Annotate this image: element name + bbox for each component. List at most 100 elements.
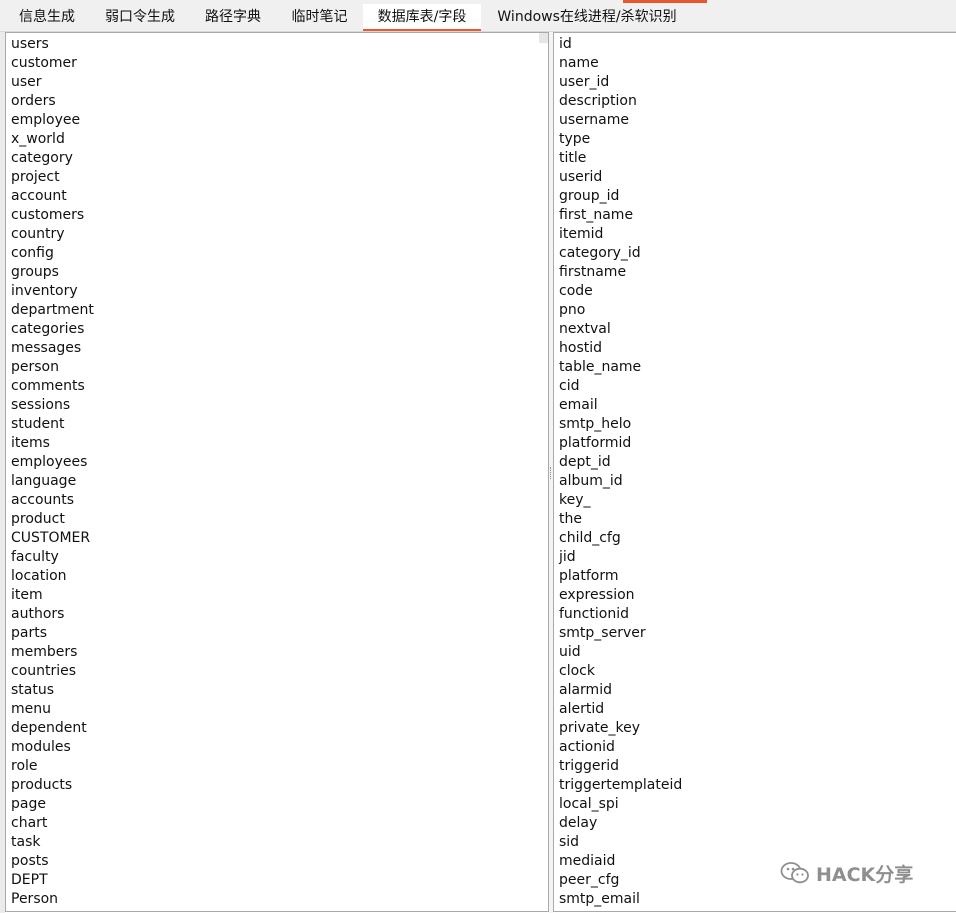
table-name-item: status (11, 682, 55, 698)
field-name-item: type (559, 131, 591, 147)
app-window: 信息生成 弱口令生成 路径字典 临时笔记 数据库表/字段 Windows在线进程… (0, 0, 956, 913)
field-name-item: expression (559, 587, 635, 603)
table-name-item: groups (11, 264, 59, 280)
field-name-item: username (559, 112, 629, 128)
field-name-item: triggertemplateid (559, 777, 683, 793)
field-name-item: platform (559, 568, 619, 584)
field-name-item: dept_id (559, 454, 611, 470)
field-name-item: jid (559, 549, 576, 565)
table-name-item: page (11, 796, 46, 812)
tab-windows-process[interactable]: Windows在线进程/杀软识别 (484, 4, 690, 31)
field-name-item: hostid (559, 340, 602, 356)
field-name-item: email (559, 397, 598, 413)
table-name-item: category (11, 150, 73, 166)
table-name-item: accounts (11, 492, 75, 508)
table-name-item: student (11, 416, 65, 432)
table-name-item: categories (11, 321, 85, 337)
table-name-item: sessions (11, 397, 71, 413)
table-name-item: department (11, 302, 94, 318)
table-name-item: menu (11, 701, 51, 717)
table-name-item: comments (11, 378, 85, 394)
table-name-item: project (11, 169, 60, 185)
table-name-item: orders (11, 93, 56, 109)
field-name-item: the (559, 511, 582, 527)
field-name-item: nextval (559, 321, 611, 337)
table-name-item: posts (11, 853, 49, 869)
table-name-item: chart (11, 815, 48, 831)
field-name-item: functionid (559, 606, 629, 622)
field-name-item: name (559, 55, 599, 71)
field-name-item: title (559, 150, 587, 166)
tab-info-generation[interactable]: 信息生成 (7, 4, 87, 31)
table-name-item: dependent (11, 720, 87, 736)
field-name-item: peer_cfg (559, 872, 620, 888)
field-name-item: id (559, 36, 572, 52)
table-name-item: item (11, 587, 43, 603)
field-name-item: album_id (559, 473, 623, 489)
table-name-item: Person (11, 891, 59, 907)
field-name-item: alarmid (559, 682, 612, 698)
table-name-item: modules (11, 739, 71, 755)
table-name-item: products (11, 777, 73, 793)
field-name-item: child_cfg (559, 530, 621, 546)
table-names-list: users customer user orders employee x_wo… (11, 35, 94, 909)
tab-weak-password[interactable]: 弱口令生成 (92, 4, 188, 31)
field-name-item: group_id (559, 188, 620, 204)
field-name-item: local_spi (559, 796, 619, 812)
field-name-item: itemid (559, 226, 604, 242)
table-name-item: customer (11, 55, 77, 71)
field-name-item: key_ (559, 492, 591, 508)
field-name-item: pno (559, 302, 586, 318)
table-name-item: x_world (11, 131, 65, 147)
splitter-grip-icon[interactable] (550, 467, 552, 479)
field-name-item: actionid (559, 739, 615, 755)
field-name-item: delay (559, 815, 598, 831)
field-name-item: smtp_helo (559, 416, 632, 432)
table-name-item: authors (11, 606, 65, 622)
table-name-item: config (11, 245, 54, 261)
field-name-item: alertid (559, 701, 605, 717)
field-name-item: mediaid (559, 853, 616, 869)
tab-database-tables-fields[interactable]: 数据库表/字段 (363, 4, 481, 31)
field-names-textarea[interactable]: id name user_id description username typ… (553, 32, 956, 912)
field-name-item: table_name (559, 359, 642, 375)
field-name-item: smtp_server (559, 625, 646, 641)
field-name-item: first_name (559, 207, 634, 223)
table-name-item: inventory (11, 283, 78, 299)
table-name-item: user (11, 74, 42, 90)
table-name-item: account (11, 188, 67, 204)
table-name-item: members (11, 644, 78, 660)
field-name-item: code (559, 283, 593, 299)
table-name-item: employees (11, 454, 88, 470)
field-name-item: sid (559, 834, 580, 850)
field-name-item: uid (559, 644, 581, 660)
field-name-item: firstname (559, 264, 627, 280)
table-name-item: task (11, 834, 41, 850)
tab-temp-notes[interactable]: 临时笔记 (277, 4, 362, 31)
table-name-item: customers (11, 207, 85, 223)
field-name-item: private_key (559, 720, 641, 736)
table-name-item: items (11, 435, 50, 451)
field-name-item: smtp_email (559, 891, 640, 907)
table-name-item: messages (11, 340, 82, 356)
scrollbar-corner (539, 33, 548, 43)
table-name-item: language (11, 473, 77, 489)
field-name-item: triggerid (559, 758, 620, 774)
field-name-item: category_id (559, 245, 641, 261)
field-name-item: description (559, 93, 637, 109)
table-name-item: product (11, 511, 65, 527)
field-names-list: id name user_id description username typ… (559, 35, 682, 909)
table-name-item: location (11, 568, 67, 584)
top-accent-bar (623, 0, 707, 3)
field-name-item: userid (559, 169, 603, 185)
field-name-item: user_id (559, 74, 610, 90)
table-name-item: parts (11, 625, 48, 641)
tab-bar: 信息生成 弱口令生成 路径字典 临时笔记 数据库表/字段 Windows在线进程… (0, 0, 956, 32)
table-name-item: users (11, 36, 49, 52)
table-name-item: employee (11, 112, 81, 128)
table-names-textarea[interactable]: users customer user orders employee x_wo… (5, 32, 549, 912)
table-name-item: CUSTOMER (11, 530, 91, 546)
tab-path-dictionary[interactable]: 路径字典 (190, 4, 276, 31)
table-name-item: faculty (11, 549, 59, 565)
table-name-item: country (11, 226, 65, 242)
